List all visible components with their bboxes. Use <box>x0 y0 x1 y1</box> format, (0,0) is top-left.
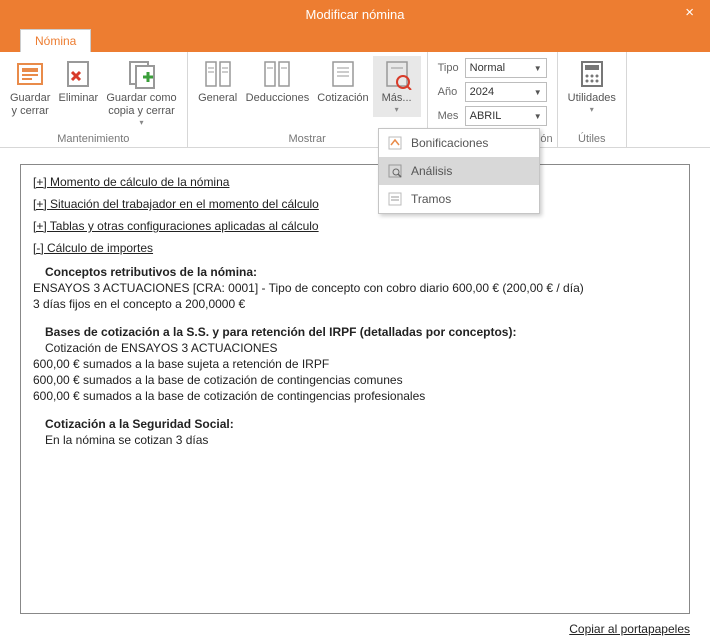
general-label: General <box>198 92 237 105</box>
bases-sub: Cotización de ENSAYOS 3 ACTUACIONES <box>45 341 677 355</box>
chevron-down-icon: ▼ <box>534 64 542 73</box>
save-close-icon <box>14 58 46 90</box>
cotss-line: En la nómina se cotizan 3 días <box>45 433 677 447</box>
deducciones-label: Deducciones <box>246 92 310 105</box>
delete-icon <box>62 58 94 90</box>
concepto-line: ENSAYOS 3 ACTUACIONES [CRA: 0001] - Tipo… <box>33 281 677 295</box>
group-label-mantenimiento: Mantenimiento <box>6 131 181 145</box>
tramos-icon <box>387 191 403 207</box>
mes-value: ABRIL <box>470 110 502 122</box>
ribbon-group-utiles: Utilidades ▾ Útiles <box>558 52 627 147</box>
deducciones-icon <box>261 58 293 90</box>
toggle-momento[interactable]: [+] Momento de cálculo de la nómina <box>33 175 229 189</box>
dropdown-item-tramos[interactable]: Tramos <box>379 185 539 213</box>
save-close-button[interactable]: Guardar y cerrar <box>6 56 54 120</box>
general-icon <box>202 58 234 90</box>
tipo-value: Normal <box>470 62 505 74</box>
calculator-icon <box>576 58 608 90</box>
mas-dropdown: Bonificaciones Análisis Tramos <box>378 128 540 214</box>
save-close-label: Guardar y cerrar <box>10 92 50 118</box>
analysis-panel: [+] Momento de cálculo de la nómina [+] … <box>20 164 690 614</box>
ano-combo[interactable]: 2024 ▼ <box>465 82 547 102</box>
ano-label: Año <box>438 86 459 98</box>
dropdown-label: Tramos <box>411 192 451 206</box>
cotizacion-icon <box>327 58 359 90</box>
utilidades-label: Utilidades <box>568 92 616 105</box>
ribbon: Guardar y cerrar Eliminar Guardar como c… <box>0 52 710 148</box>
title-bar: Modificar nómina × <box>0 0 710 28</box>
mas-icon <box>381 58 413 90</box>
chevron-down-icon: ▼ <box>534 112 542 121</box>
mes-label: Mes <box>438 110 459 122</box>
cotss-head: Cotización a la Seguridad Social: <box>45 417 677 431</box>
general-button[interactable]: General <box>194 56 242 107</box>
footer: Copiar al portapapeles <box>0 618 710 640</box>
tab-strip: Nómina <box>0 28 710 52</box>
ribbon-group-mantenimiento: Guardar y cerrar Eliminar Guardar como c… <box>0 52 188 147</box>
delete-button[interactable]: Eliminar <box>54 56 102 107</box>
save-copy-label: Guardar como copia y cerrar <box>106 92 176 118</box>
dropdown-label: Bonificaciones <box>411 136 488 150</box>
toggle-situacion[interactable]: [+] Situación del trabajador en el momen… <box>33 197 319 211</box>
dropdown-item-bonificaciones[interactable]: Bonificaciones <box>379 129 539 157</box>
cotizacion-button[interactable]: Cotización <box>313 56 372 107</box>
content-area: [+] Momento de cálculo de la nómina [+] … <box>0 148 710 618</box>
bonificaciones-icon <box>387 135 403 151</box>
chevron-down-icon: ▾ <box>590 105 594 115</box>
analisis-icon <box>387 163 403 179</box>
dropdown-label: Análisis <box>411 164 452 178</box>
cotizacion-label: Cotización <box>317 92 368 105</box>
tipo-label: Tipo <box>438 62 459 74</box>
mas-button[interactable]: Más... ▾ <box>373 56 421 117</box>
toggle-tablas[interactable]: [+] Tablas y otras configuraciones aplic… <box>33 219 319 233</box>
close-button[interactable]: × <box>679 2 700 23</box>
copy-clipboard-link[interactable]: Copiar al portapapeles <box>569 622 690 636</box>
chevron-down-icon: ▾ <box>395 105 399 115</box>
bases-head: Bases de cotización a la S.S. y para ret… <box>45 325 677 339</box>
chevron-down-icon: ▾ <box>140 118 144 128</box>
ano-value: 2024 <box>470 86 494 98</box>
save-copy-button[interactable]: Guardar como copia y cerrar ▾ <box>102 56 180 130</box>
dropdown-item-analisis[interactable]: Análisis <box>379 157 539 185</box>
conceptos-head: Conceptos retributivos de la nómina: <box>45 265 677 279</box>
delete-label: Eliminar <box>58 92 98 105</box>
group-label-utiles: Útiles <box>564 131 620 145</box>
chevron-down-icon: ▼ <box>534 88 542 97</box>
base-line-3: 600,00 € sumados a la base de cotización… <box>33 389 677 403</box>
save-copy-icon <box>126 58 158 90</box>
base-line-2: 600,00 € sumados a la base de cotización… <box>33 373 677 387</box>
utilidades-button[interactable]: Utilidades ▾ <box>564 56 620 117</box>
tab-nomina[interactable]: Nómina <box>20 29 91 52</box>
tipo-combo[interactable]: Normal ▼ <box>465 58 547 78</box>
deducciones-button[interactable]: Deducciones <box>242 56 314 107</box>
toggle-calculo[interactable]: [-] Cálculo de importes <box>33 241 153 255</box>
mes-combo[interactable]: ABRIL ▼ <box>465 106 547 126</box>
base-line-1: 600,00 € sumados a la base sujeta a rete… <box>33 357 677 371</box>
window-title: Modificar nómina <box>306 7 405 22</box>
mas-label: Más... <box>382 92 412 105</box>
concepto-sub: 3 días fijos en el concepto a 200,0000 € <box>33 297 677 311</box>
